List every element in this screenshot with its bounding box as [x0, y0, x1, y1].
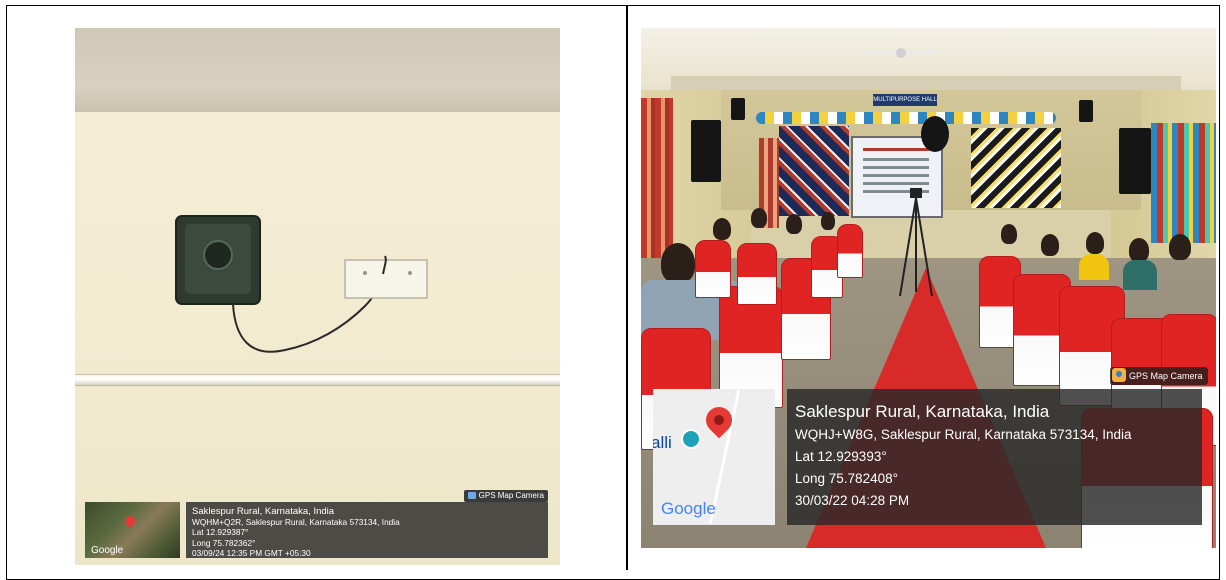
audience-member [1001, 224, 1017, 244]
hall-banner: MULTIPURPOSE HALL [873, 94, 937, 106]
speaker-upper-left [731, 98, 745, 120]
hall-beam [671, 76, 1181, 90]
map-pin-icon [700, 401, 738, 439]
location-place: Saklespur Rural, Karnataka, India [795, 402, 1050, 421]
location-long: Long 75.782408° [795, 471, 898, 486]
location-datetime: 30/03/22 04:28 PM [795, 493, 910, 508]
location-info: Saklespur Rural, Karnataka, India WQHM+Q… [186, 502, 548, 558]
cell-divider [626, 5, 628, 570]
audience-member [1086, 232, 1104, 254]
audience-member [713, 218, 731, 240]
map-brand: Google [91, 545, 124, 556]
gps-stamp: Google Saklespur Rural, Karnataka, India… [85, 502, 548, 558]
location-place: Saklespur Rural, Karnataka, India [192, 506, 335, 517]
balloon-garland [756, 112, 1056, 124]
location-lat: Lat 12.929387° [192, 527, 249, 538]
seat [737, 243, 777, 305]
wall-pipe [75, 374, 560, 386]
backdrop-decor-right [971, 128, 1061, 208]
speaker-upper-right [1079, 100, 1093, 122]
audience-member [1079, 254, 1109, 280]
location-address: WQHJ+W8G, Saklespur Rural, Karnataka 573… [795, 427, 1132, 442]
camera-place-icon [681, 429, 701, 449]
audience-member [751, 208, 767, 228]
mini-map: Google [85, 502, 180, 558]
location-long: Long 75.782362° [192, 537, 256, 548]
gps-badge: GPS Map Camera [463, 490, 548, 502]
switch-screw [408, 271, 412, 275]
location-address: WQHM+Q2R, Saklespur Rural, Karnataka 573… [192, 517, 400, 527]
photo-wall-camera: GPS Map Camera Google Saklespur Rural, K… [75, 28, 560, 565]
backdrop-decor-left [779, 126, 849, 216]
seat [837, 224, 863, 278]
gps-badge: GPS Map Camera [1110, 367, 1208, 385]
camera-lens [203, 240, 233, 270]
switch-screw [363, 271, 367, 275]
curtain-left [641, 98, 673, 268]
projector-camera [921, 116, 949, 152]
map-pin-icon [122, 513, 138, 529]
map-brand: Google [661, 499, 716, 518]
mini-map: alli Google [653, 389, 775, 525]
ceiling-fan [866, 48, 936, 58]
speaker-left [691, 120, 721, 182]
cctv-device [175, 215, 428, 353]
curtain-right [1151, 123, 1216, 243]
camera-icon [467, 492, 476, 499]
gps-camera-app-icon [1112, 368, 1126, 382]
tripod [899, 188, 933, 297]
gps-badge-label: GPS Map Camera [1129, 371, 1203, 381]
audience-member [1123, 260, 1157, 290]
audience-member [1129, 238, 1149, 262]
audience-member [786, 214, 802, 234]
audience-member [821, 212, 835, 230]
audience-member [661, 243, 695, 283]
location-lat: Lat 12.929393° [795, 449, 887, 464]
speaker-right [1119, 128, 1151, 194]
audience-member [1041, 234, 1059, 256]
location-info: Saklespur Rural, Karnataka, India WQHJ+W… [787, 389, 1202, 525]
photo-seminar-hall: MULTIPURPOSE HALL GPS Map Camera alli Go… [641, 28, 1216, 548]
seat [695, 240, 731, 298]
map-area-label: alli [653, 433, 672, 452]
audience-member [1169, 234, 1191, 260]
location-datetime: 03/09/24 12:35 PM GMT +05:30 [192, 547, 311, 558]
switch-board [344, 259, 428, 299]
gps-badge-label: GPS Map Camera [478, 491, 544, 500]
